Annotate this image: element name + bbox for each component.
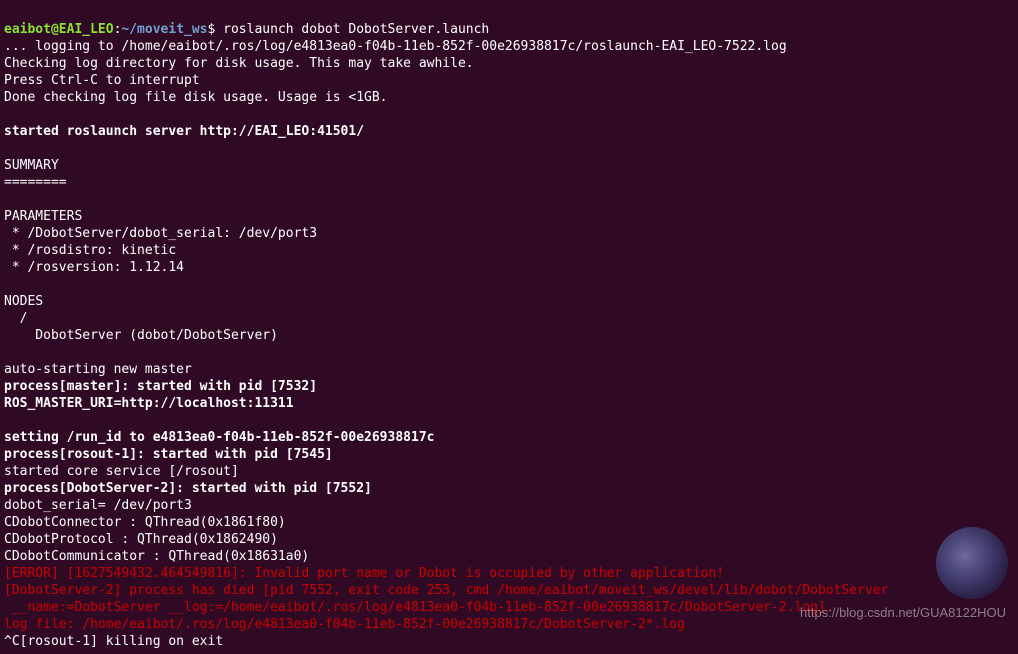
prompt-command: roslaunch dobot DobotServer.launch [223,22,489,37]
log-line-error: log file: /home/eaibot/.ros/log/e4813ea0… [4,617,685,632]
log-line-rosmaster-uri: ROS_MASTER_URI=http://localhost:11311 [4,396,294,411]
log-line: * /DobotServer/dobot_serial: /dev/port3 [4,226,317,241]
log-line: auto-starting new master [4,362,192,377]
log-line-started-server: started roslaunch server http://EAI_LEO:… [4,124,364,139]
log-line: Press Ctrl-C to interrupt [4,73,200,88]
prompt-cwd: ~/moveit_ws [121,22,207,37]
log-line: * /rosversion: 1.12.14 [4,260,184,275]
prompt-dollar: $ [208,22,224,37]
log-line-error: __name:=DobotServer __log:=/home/eaibot/… [4,600,834,615]
log-line: * /rosdistro: kinetic [4,243,176,258]
log-line: dobot_serial= /dev/port3 [4,498,192,513]
log-line: Done checking log file disk usage. Usage… [4,90,388,105]
prompt-user-host: eaibot@EAI_LEO [4,22,114,37]
log-line: started core service [/rosout] [4,464,239,479]
log-line-summary: SUMMARY [4,158,59,173]
log-line-killing: ^C[rosout-1] killing on exit [4,634,223,649]
log-line-process-master: process[master]: started with pid [7532] [4,379,317,394]
log-line-parameters: PARAMETERS [4,209,82,224]
log-line-nodes: NODES [4,294,43,309]
log-line: ... logging to /home/eaibot/.ros/log/e48… [4,39,787,54]
log-line-error: [DobotServer-2] process has died [pid 75… [4,583,888,598]
watermark-text: https://blog.csdn.net/GUA8122HOU [800,604,1006,621]
globe-icon [936,527,1008,599]
log-line: CDobotConnector : QThread(0x1861f80) [4,515,286,530]
log-line: CDobotProtocol : QThread(0x1862490) [4,532,278,547]
terminal-output[interactable]: eaibot@EAI_LEO:~/moveit_ws$ roslaunch do… [0,0,1018,654]
log-line-process-dobotserver: process[DobotServer-2]: started with pid… [4,481,372,496]
log-line-runid: setting /run_id to e4813ea0-f04b-11eb-85… [4,430,434,445]
log-line: CDobotCommunicator : QThread(0x18631a0) [4,549,309,564]
log-line: Checking log directory for disk usage. T… [4,56,474,71]
log-line-error: [ERROR] [1627549432.464549816]: Invalid … [4,566,724,581]
log-line: DobotServer (dobot/DobotServer) [4,328,278,343]
log-line-process-rosout: process[rosout-1]: started with pid [754… [4,447,333,462]
log-line: ======== [4,175,67,190]
log-line: / [4,311,27,326]
